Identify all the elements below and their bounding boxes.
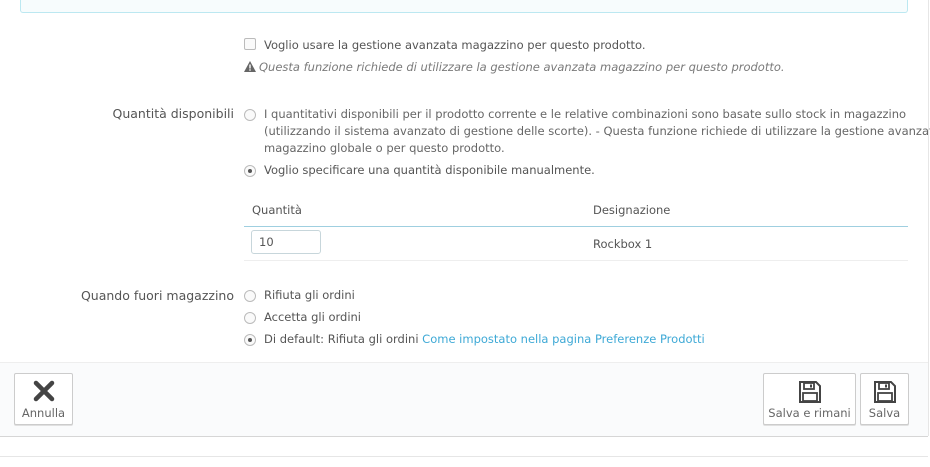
- floppy-disk-icon: [873, 381, 896, 403]
- column-header-designation: Designazione: [593, 203, 671, 217]
- product-preferences-link[interactable]: Come impostato nella pagina Preferenze P…: [422, 332, 705, 346]
- warning-text: Questa funzione richiede di utilizzare l…: [259, 60, 785, 74]
- deny-orders-radio[interactable]: [244, 290, 256, 302]
- floppy-disk-icon: [798, 381, 821, 403]
- advanced-stock-label: Voglio usare la gestione avanzata magazz…: [264, 38, 646, 52]
- stock-based-option-line2: (utilizzando il sistema avanzato di gest…: [264, 124, 930, 138]
- stock-based-option-line3: magazzino globale o per questo prodotto.: [264, 141, 505, 155]
- quantity-table-header: Quantità Designazione: [244, 199, 908, 227]
- stock-based-option-line1: I quantitativi disponibili per il prodot…: [264, 107, 907, 121]
- accept-orders-label: Accetta gli ordini: [264, 310, 361, 324]
- save-and-stay-label: Salva e rimani: [768, 406, 851, 420]
- quantity-section-label: Quantità disponibili: [112, 106, 234, 121]
- default-orders-label: Di default: Rifiuta gli ordini: [264, 332, 419, 346]
- default-orders-radio[interactable]: [244, 334, 256, 346]
- close-icon: [33, 380, 54, 402]
- deny-orders-label: Rifiuta gli ordini: [264, 288, 355, 302]
- designation-cell: Rockbox 1: [593, 237, 653, 251]
- save-button[interactable]: Salva: [860, 373, 909, 425]
- advanced-stock-row[interactable]: Voglio usare la gestione avanzata magazz…: [244, 38, 646, 52]
- cancel-button-label: Annulla: [21, 406, 66, 420]
- advanced-stock-warning: Questa funzione richiede di utilizzare l…: [244, 60, 785, 74]
- cancel-button[interactable]: Annulla: [14, 373, 73, 425]
- stock-based-radio[interactable]: [244, 109, 256, 121]
- warning-icon: [244, 61, 256, 72]
- save-and-stay-button[interactable]: Salva e rimani: [763, 373, 856, 425]
- save-button-label: Salva: [868, 406, 901, 420]
- column-header-quantity: Quantità: [252, 203, 302, 217]
- accept-orders-radio[interactable]: [244, 312, 256, 324]
- manual-quantity-radio[interactable]: [244, 165, 256, 177]
- next-panel-edge: [0, 456, 928, 467]
- product-quantities-panel: Voglio usare la gestione avanzata magazz…: [0, 0, 930, 437]
- table-row: Rockbox 1: [244, 227, 908, 261]
- form-footer: Annulla Salva e rimani Salva: [0, 362, 928, 437]
- manual-quantity-label: Voglio specificare una quantità disponib…: [264, 163, 595, 177]
- info-alert-box: [20, 0, 908, 13]
- default-orders-option: Di default: Rifiuta gli ordini Come impo…: [264, 332, 705, 346]
- quantity-input[interactable]: [251, 230, 321, 254]
- advanced-stock-checkbox[interactable]: [244, 38, 256, 50]
- out-of-stock-label: Quando fuori magazzino: [80, 288, 234, 303]
